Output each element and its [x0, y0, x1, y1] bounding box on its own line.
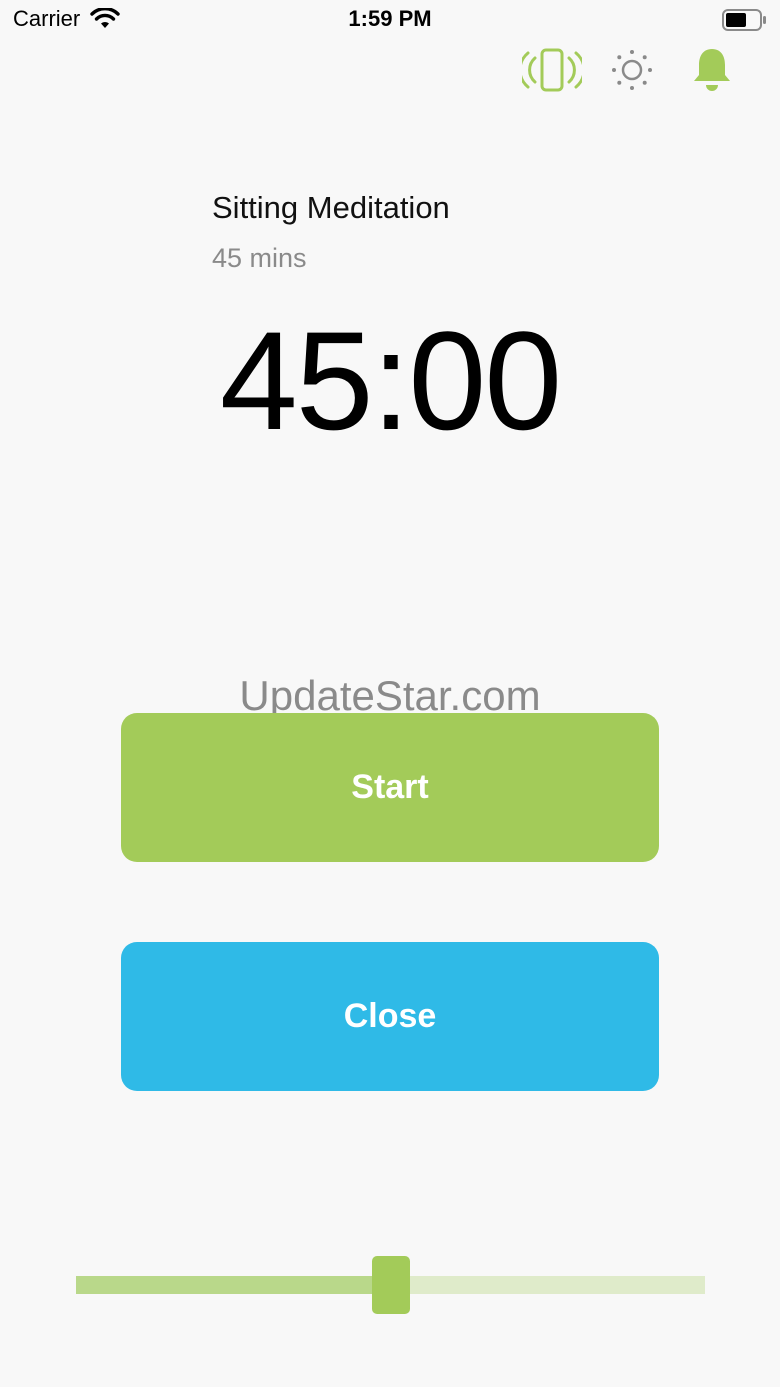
bell-icon: [694, 49, 730, 91]
battery-icon: [722, 8, 768, 37]
start-button[interactable]: Start: [121, 713, 659, 862]
close-button[interactable]: Close: [121, 942, 659, 1091]
slider-thumb[interactable]: [371, 1256, 410, 1314]
session-duration-label: 45 mins: [212, 243, 307, 273]
close-button-label: Close: [343, 997, 437, 1035]
vibrate-icon: [522, 48, 582, 92]
bell-toggle[interactable]: [682, 46, 742, 94]
top-toolbar: [522, 46, 742, 94]
vibrate-toggle[interactable]: [522, 46, 582, 94]
volume-slider[interactable]: [76, 1256, 705, 1314]
start-button-label: Start: [351, 768, 429, 806]
brightness-icon: [612, 50, 652, 90]
session-title: Sitting Meditation: [212, 190, 450, 225]
status-time: 1:59 PM: [348, 6, 432, 31]
countdown-display: 45:00: [219, 302, 562, 459]
brightness-toggle[interactable]: [602, 46, 662, 94]
status-bar: Carrier 1:59 PM: [0, 0, 780, 40]
slider-fill: [76, 1276, 391, 1294]
